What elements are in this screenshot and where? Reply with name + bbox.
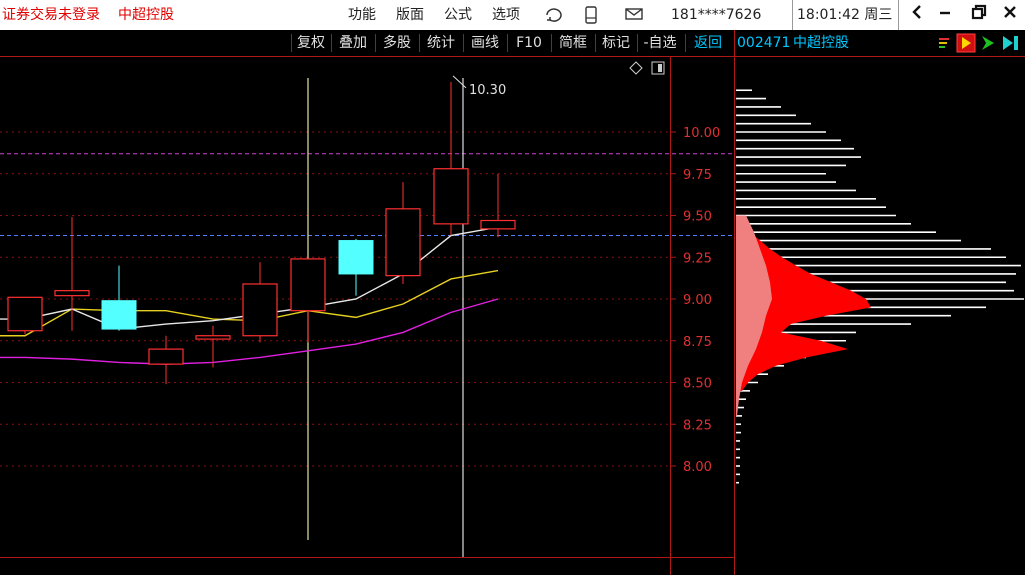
y-tick-label: 9.75 <box>683 168 712 183</box>
candle-body <box>242 283 278 337</box>
candle-body <box>290 258 326 312</box>
high-arrow <box>452 75 467 89</box>
candle-body <box>338 240 374 275</box>
y-tick-label: 8.75 <box>683 335 712 350</box>
chip-distribution <box>736 89 1024 484</box>
candle-body <box>385 208 421 277</box>
high-price-label: 10.30 <box>469 83 506 98</box>
y-tick-label: 8.00 <box>683 460 712 475</box>
kline-chart[interactable]: 10.00 9.75 9.50 9.25 9.00 8.75 8.50 8.25 8.00 10… <box>0 0 1025 575</box>
candle-body <box>480 219 516 230</box>
candle-body <box>433 168 469 225</box>
panel-toggle-icon[interactable] <box>651 61 665 75</box>
candle-body <box>195 335 231 340</box>
price-axis: 10.00 9.75 9.50 9.25 9.00 8.75 8.50 8.25 8.00 <box>683 126 720 475</box>
y-tick-label: 9.00 <box>683 293 712 308</box>
high-annotation: 10.30 <box>452 75 506 98</box>
candle-body <box>101 300 137 330</box>
y-tick-label: 9.25 <box>683 251 712 266</box>
price-grid <box>0 131 676 467</box>
diamond-icon[interactable] <box>629 61 643 75</box>
y-tick-label: 10.00 <box>683 126 720 141</box>
y-tick-label: 9.50 <box>683 210 712 225</box>
y-tick-label: 8.50 <box>683 377 712 392</box>
candle-body <box>7 296 43 332</box>
candles <box>7 81 516 385</box>
y-tick-label: 8.25 <box>683 418 712 433</box>
candle-body <box>54 290 90 297</box>
candle-body <box>148 348 184 365</box>
